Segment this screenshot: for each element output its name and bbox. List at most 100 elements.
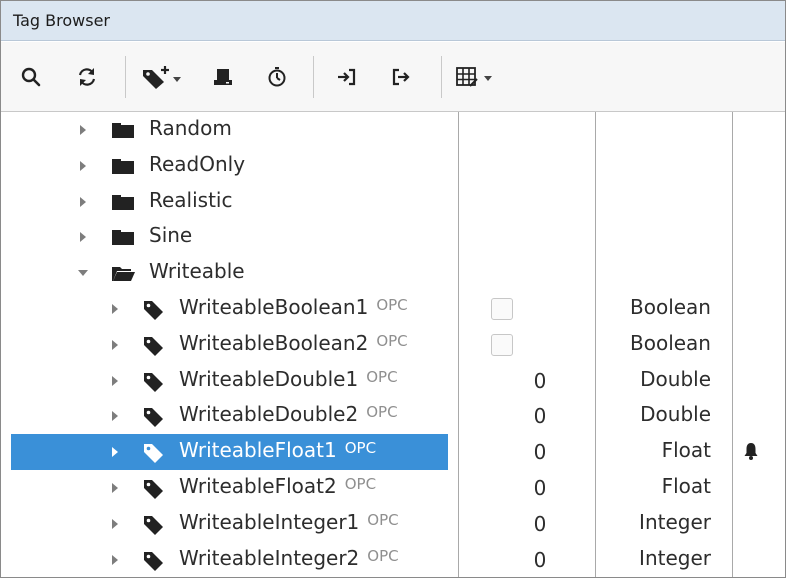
window-title: Tag Browser xyxy=(13,11,111,30)
tag-value[interactable]: 0 xyxy=(525,404,555,428)
tag-datatype: Float xyxy=(661,474,711,498)
device-button[interactable] xyxy=(205,62,241,92)
tag-icon xyxy=(143,299,165,321)
tag-value[interactable]: 0 xyxy=(525,369,555,393)
toolbar-separator xyxy=(313,56,314,98)
tag-icon xyxy=(143,442,165,464)
folder-open-icon xyxy=(111,263,137,283)
expand-arrow-icon[interactable] xyxy=(109,446,121,458)
tag-icon xyxy=(143,514,165,536)
tag-icon xyxy=(143,478,165,500)
toolbar xyxy=(1,42,785,112)
expand-arrow-icon[interactable] xyxy=(77,160,89,172)
folder-label: Realistic xyxy=(149,187,233,212)
history-icon xyxy=(268,67,286,87)
value-checkbox[interactable] xyxy=(491,298,513,320)
folder-label: Random xyxy=(149,116,232,140)
history-button[interactable] xyxy=(259,62,295,92)
tag-source: OPC xyxy=(366,403,398,422)
import-icon xyxy=(338,68,356,86)
tag-source: OPC xyxy=(344,475,377,493)
search-button[interactable] xyxy=(13,62,49,92)
alarm-bell-icon[interactable] xyxy=(743,441,759,461)
tag-name: WriteableFloat1 xyxy=(179,438,337,463)
tag-name: WriteableInteger2 xyxy=(179,545,360,570)
tag-icon xyxy=(143,335,165,357)
tag-tree-table: Random ReadOnly Realistic Sine Writeable… xyxy=(7,112,785,577)
tag-datatype: Double xyxy=(640,366,711,391)
tag-name: WriteableDouble1 xyxy=(179,366,359,391)
device-icon xyxy=(214,69,232,85)
tag-name: WriteableBoolean2 xyxy=(179,330,369,355)
folder-icon xyxy=(111,120,137,140)
search-icon xyxy=(21,67,41,87)
folder-label: Sine xyxy=(149,223,193,248)
toolbar-separator xyxy=(441,56,442,98)
toolbar-separator xyxy=(125,56,126,98)
tag-datatype: Boolean xyxy=(630,330,711,355)
tag-datatype: Double xyxy=(640,402,711,427)
refresh-button[interactable] xyxy=(69,62,105,92)
expand-arrow-icon[interactable] xyxy=(109,375,121,387)
tag-name: WriteableFloat2 xyxy=(179,474,337,498)
tree-folder-row[interactable]: Sine xyxy=(7,219,785,255)
title-bar[interactable]: Tag Browser xyxy=(1,1,785,41)
export-button[interactable] xyxy=(383,62,419,92)
tag-datatype: Integer xyxy=(639,509,711,534)
expand-arrow-icon[interactable] xyxy=(77,124,89,136)
tag-source: OPC xyxy=(367,510,399,529)
tree-folder-row[interactable]: Random xyxy=(7,112,785,148)
table-columns-dropdown-icon xyxy=(456,67,492,87)
tag-name: WriteableDouble2 xyxy=(179,402,359,427)
folder-icon xyxy=(111,227,137,247)
expand-arrow-icon[interactable] xyxy=(109,518,121,530)
tag-value[interactable]: 0 xyxy=(525,440,555,464)
tree-folder-row[interactable]: Realistic xyxy=(7,184,785,220)
tag-datatype: Boolean xyxy=(630,295,711,319)
tag-value[interactable]: 0 xyxy=(525,476,555,500)
expand-arrow-icon[interactable] xyxy=(77,267,89,279)
expand-arrow-icon[interactable] xyxy=(109,303,121,315)
expand-arrow-icon[interactable] xyxy=(109,339,121,351)
tag-row[interactable]: WriteableFloat1 OPC 0 Float xyxy=(7,434,785,471)
tree-folder-row[interactable]: ReadOnly xyxy=(7,148,785,184)
folder-icon xyxy=(111,156,137,176)
tag-row[interactable]: WriteableInteger2 OPC 0 Integer xyxy=(7,542,785,577)
table-columns-button[interactable] xyxy=(451,62,505,92)
tag-row[interactable]: WriteableBoolean1 OPC Boolean xyxy=(7,291,785,327)
tag-row[interactable]: WriteableInteger1 OPC 0 Integer xyxy=(7,506,785,542)
tree-folder-row[interactable]: Writeable xyxy=(7,255,785,291)
tag-datatype: Integer xyxy=(639,545,711,570)
value-checkbox[interactable] xyxy=(491,333,513,356)
tag-source: OPC xyxy=(344,439,377,458)
tag-name: WriteableBoolean1 xyxy=(179,295,369,319)
tag-icon xyxy=(143,406,165,428)
tag-source: OPC xyxy=(376,331,408,350)
tag-source: OPC xyxy=(366,367,398,386)
folder-label: ReadOnly xyxy=(149,151,246,176)
import-button[interactable] xyxy=(329,62,365,92)
tag-value[interactable]: 0 xyxy=(525,512,555,536)
expand-arrow-icon[interactable] xyxy=(109,410,121,422)
tag-name: WriteableInteger1 xyxy=(179,509,360,534)
tag-row[interactable]: WriteableDouble2 OPC 0 Double xyxy=(7,398,785,434)
add-tag-dropdown-icon xyxy=(143,66,181,89)
add-tag-button[interactable] xyxy=(137,62,187,92)
folder-icon xyxy=(111,192,137,212)
tag-datatype: Float xyxy=(661,438,711,463)
expand-arrow-icon[interactable] xyxy=(77,231,89,243)
tag-browser-window: Tag Browser Random ReadOnly Realistic Si… xyxy=(0,0,786,578)
expand-arrow-icon[interactable] xyxy=(109,554,121,566)
tag-row[interactable]: WriteableFloat2 OPC 0 Float xyxy=(7,470,785,506)
folder-label: Writeable xyxy=(149,259,245,284)
tag-source: OPC xyxy=(367,546,399,565)
export-icon xyxy=(392,68,410,86)
tag-row[interactable]: WriteableDouble1 OPC 0 Double xyxy=(7,363,785,399)
tag-icon xyxy=(143,371,165,393)
tag-icon xyxy=(143,550,165,572)
tag-value[interactable]: 0 xyxy=(525,548,555,572)
tag-row[interactable]: WriteableBoolean2 OPC Boolean xyxy=(7,327,785,363)
expand-arrow-icon[interactable] xyxy=(77,196,89,208)
expand-arrow-icon[interactable] xyxy=(109,482,121,494)
refresh-icon xyxy=(78,68,96,86)
